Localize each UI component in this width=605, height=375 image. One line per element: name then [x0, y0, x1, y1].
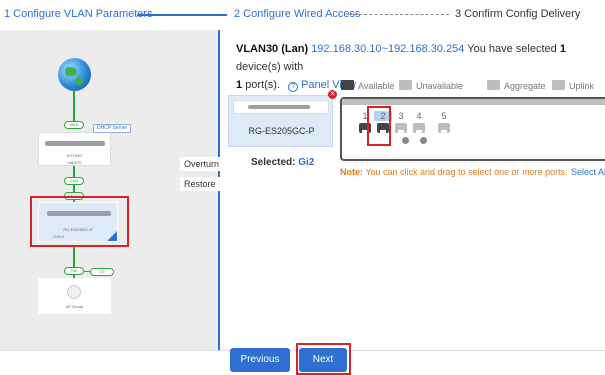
aggregate-port-icon — [487, 80, 500, 90]
status-badge — [420, 137, 427, 144]
internet-globe-icon — [58, 58, 91, 91]
ap-group-device[interactable]: AP Group — [38, 278, 111, 314]
ethernet-port-icon — [395, 123, 407, 133]
restore-button[interactable]: Restore — [180, 177, 220, 191]
port-4[interactable]: 4 — [410, 111, 428, 133]
selected-prefix: You have selected — [467, 43, 557, 55]
lan-pill: LAN — [64, 177, 84, 185]
highlight-next — [296, 343, 351, 375]
highlight-port-2 — [367, 106, 391, 146]
port-5[interactable]: 5 — [435, 111, 453, 133]
ethernet-port-icon — [438, 123, 450, 133]
available-port-icon — [341, 80, 354, 90]
highlight-switch — [30, 196, 129, 247]
legend-unavailable: Unavailable — [399, 80, 463, 91]
selected-port-value: Gi2 — [298, 157, 315, 168]
device-card-name: RG-ES205GC-P — [248, 126, 315, 136]
port-suffix: port(s). — [245, 79, 281, 91]
gateway-name: EG105G — [66, 153, 83, 158]
unavailable-port-icon — [399, 80, 412, 90]
gateway-sub: 0AE070 — [67, 160, 82, 165]
ap-count-pill: 2/2 — [90, 268, 114, 276]
port-3[interactable]: 3 — [392, 111, 410, 133]
app-window: 1 Configure VLAN Parameters 2 Configure … — [0, 0, 605, 375]
dhcp-server-badge: DHCP Server — [93, 124, 132, 133]
port-count: 1 — [236, 79, 243, 91]
gateway-device-icon — [45, 141, 105, 146]
note-text: Note: You can click and drag to select o… — [340, 167, 568, 177]
legend-available: Available — [341, 80, 394, 91]
panel-top-bar — [342, 99, 605, 105]
step-configure-vlan[interactable]: 1 Configure VLAN Parameters — [4, 8, 153, 20]
ip-range: 192.168.30.10~192.168.30.254 — [311, 43, 465, 55]
legend-aggregate: Aggregate — [487, 80, 546, 91]
wan-pill: WAN — [64, 121, 84, 129]
step-confirm-delivery: 3 Confirm Config Delivery — [455, 8, 581, 20]
close-icon[interactable]: ✕ — [328, 90, 337, 99]
step-connector-done — [137, 14, 227, 16]
legend-uplink: Uplink — [552, 80, 594, 91]
link-line — [73, 91, 75, 121]
selected-suffix: device(s) with — [236, 61, 304, 73]
step-connector-pending — [349, 14, 449, 15]
selected-count: 1 — [559, 43, 566, 55]
wizard-stepper: 1 Configure VLAN Parameters 2 Configure … — [0, 0, 605, 30]
previous-button[interactable]: Previous — [230, 348, 290, 372]
switch-image-icon — [233, 100, 329, 114]
port-pill: Port — [64, 267, 84, 275]
ap-icon — [67, 285, 81, 299]
overturn-button[interactable]: Overturn — [180, 157, 224, 171]
ethernet-port-icon — [413, 123, 425, 133]
device-card[interactable]: RG-ES205GC-P — [228, 95, 333, 147]
selected-ports: Selected: Gi2 — [251, 157, 315, 168]
vlan-name: VLAN30 (Lan) — [236, 43, 309, 55]
uplink-port-icon — [552, 80, 565, 90]
help-icon[interactable]: ? — [288, 82, 299, 92]
step-configure-wired-access[interactable]: 2 Configure Wired Access — [234, 8, 361, 20]
select-all-link[interactable]: Select All — [571, 167, 605, 177]
status-badge — [402, 137, 409, 144]
ap-group-label: AP Group — [65, 304, 84, 309]
link-line — [84, 271, 90, 272]
gateway-device[interactable]: EG105G 0AE070 — [38, 132, 111, 166]
